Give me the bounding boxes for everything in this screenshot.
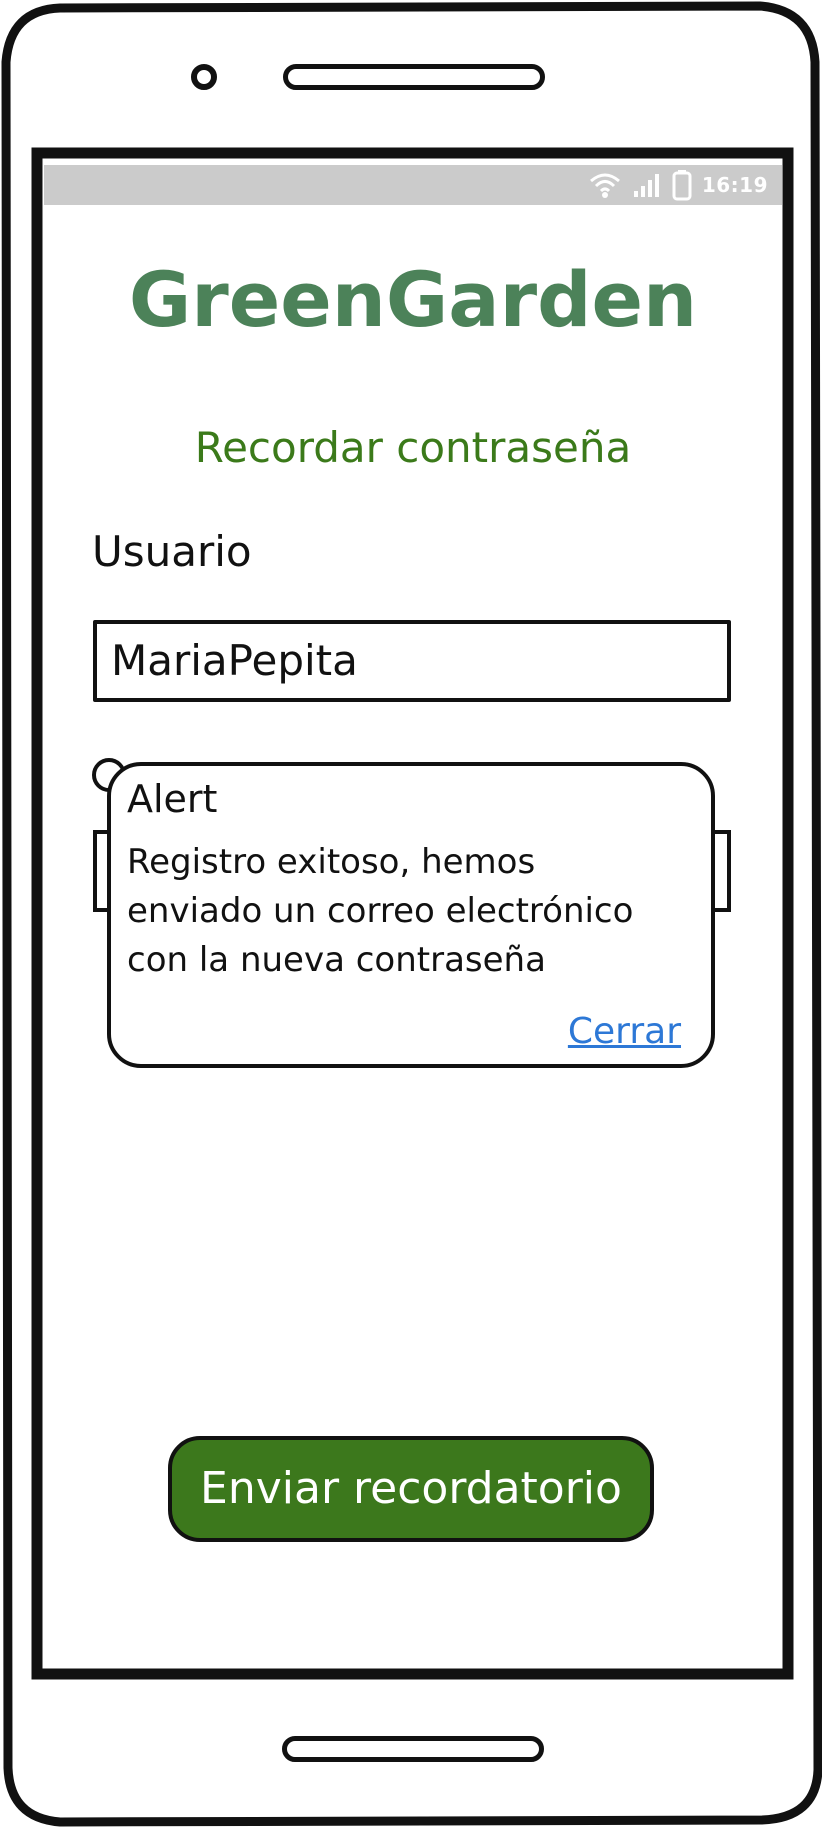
username-label: Usuario xyxy=(92,527,252,576)
status-bar: 16:19 xyxy=(44,165,782,205)
alert-close-link[interactable]: Cerrar xyxy=(568,1010,681,1054)
front-camera xyxy=(191,64,217,90)
alert-dialog: Alert Registro exitoso, hemos enviado un… xyxy=(107,762,715,1068)
app-title: GreenGarden xyxy=(128,255,698,344)
signal-icon xyxy=(632,171,662,199)
screen-title: Recordar contraseña xyxy=(194,423,632,472)
status-time: 16:19 xyxy=(701,173,768,197)
battery-icon xyxy=(672,169,692,201)
alert-message: Registro exitoso, hemos enviado un corre… xyxy=(127,838,697,985)
wifi-icon xyxy=(588,171,622,199)
alert-message-line: con la nueva contraseña xyxy=(127,940,546,980)
alert-message-line: enviado un correo electrónico xyxy=(127,891,634,931)
phone-mockup: 16:19 GreenGarden Recordar contraseña Us… xyxy=(0,0,822,1828)
username-input[interactable]: MariaPepita xyxy=(93,620,731,702)
alert-message-line: Registro exitoso, hemos xyxy=(127,842,536,882)
send-reminder-button[interactable]: Enviar recordatorio xyxy=(168,1436,654,1542)
alert-title: Alert xyxy=(127,777,218,821)
earpiece-speaker xyxy=(283,64,545,90)
home-button[interactable] xyxy=(282,1736,544,1762)
